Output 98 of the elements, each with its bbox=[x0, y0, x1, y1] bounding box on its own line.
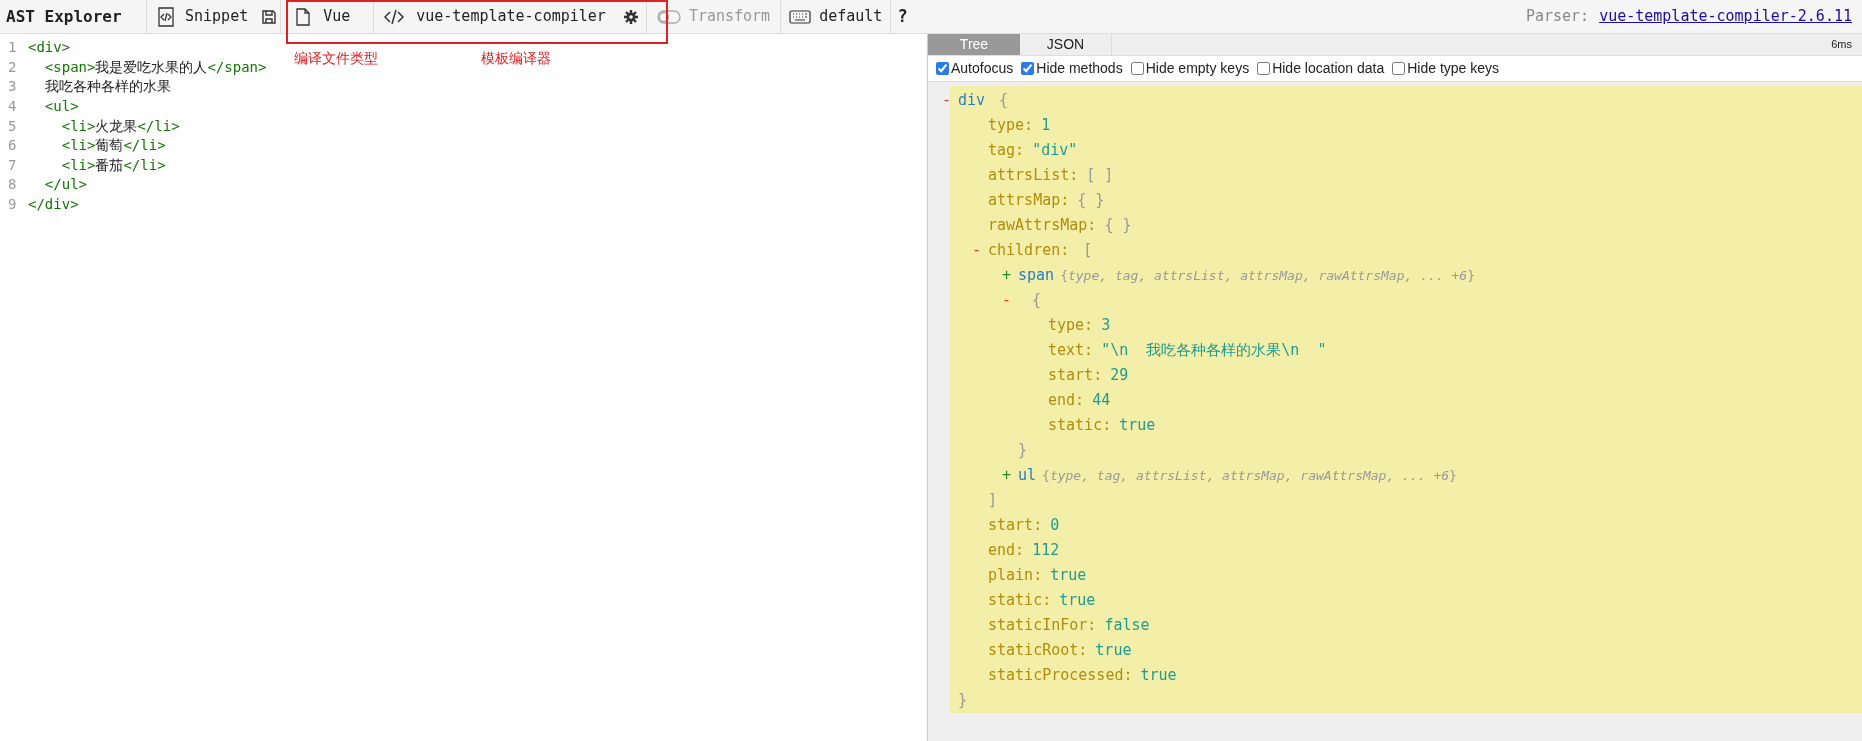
property-key: type: bbox=[1048, 314, 1094, 337]
property-key: start: bbox=[1048, 364, 1103, 387]
option-checkbox[interactable] bbox=[1021, 62, 1035, 75]
property-key: static: bbox=[1048, 414, 1112, 437]
property-key: tag: bbox=[988, 139, 1025, 162]
annotation-label: 编译文件类型 bbox=[294, 49, 378, 68]
property-value: 112 bbox=[1032, 540, 1060, 562]
parser-version-link[interactable]: vue-template-compiler-2.6.11 bbox=[1599, 5, 1852, 28]
node-summary: {type, tag, attrsList, attrsMap, rawAttrsMap, ... +6} bbox=[1060, 266, 1475, 285]
property-value: "\n 我吃各种各样的水果\n " bbox=[1101, 340, 1327, 362]
file-icon bbox=[295, 7, 312, 26]
property-value: { } bbox=[1104, 215, 1132, 237]
line-number: 8 bbox=[7, 175, 18, 195]
property-value: 3 bbox=[1101, 315, 1111, 337]
code-line: <div> bbox=[28, 38, 71, 58]
line-number: 9 bbox=[7, 195, 18, 215]
open-bracket: { bbox=[1032, 290, 1042, 312]
code-line: <li>火龙果</li> bbox=[60, 116, 180, 136]
property-key: end: bbox=[1048, 389, 1085, 412]
option-checkbox[interactable] bbox=[936, 62, 949, 75]
code-file-icon bbox=[157, 6, 175, 27]
collapse-toggle[interactable]: - bbox=[942, 89, 958, 112]
annotation-label: 模板编译器 bbox=[481, 49, 551, 68]
property-value: [ ] bbox=[1086, 165, 1114, 187]
property-value: false bbox=[1104, 615, 1150, 637]
parser-label: Parser: bbox=[1525, 6, 1590, 28]
property-value: true bbox=[1095, 640, 1132, 662]
property-value: 29 bbox=[1110, 365, 1129, 387]
option-checkbox[interactable] bbox=[1392, 62, 1406, 75]
line-number: 5 bbox=[7, 116, 18, 136]
line-number: 3 bbox=[7, 77, 18, 97]
option-checkbox[interactable] bbox=[1257, 62, 1271, 75]
property-key: static: bbox=[988, 589, 1052, 612]
code-line: <li>番茄</li> bbox=[60, 155, 166, 175]
property-value: { } bbox=[1077, 190, 1105, 212]
property-value: 44 bbox=[1092, 390, 1111, 412]
node-summary: {type, tag, attrsList, attrsMap, rawAttrsMap, ... +6} bbox=[1042, 466, 1457, 485]
property-key: plain: bbox=[988, 564, 1043, 587]
property-key: end: bbox=[988, 539, 1025, 562]
option-label: Autofocus bbox=[951, 59, 1014, 78]
close-bracket: ] bbox=[988, 490, 998, 512]
property-key: attrsMap: bbox=[988, 189, 1070, 212]
line-number: 7 bbox=[7, 155, 18, 175]
code-line: </div> bbox=[28, 195, 79, 215]
property-key: staticProcessed: bbox=[988, 664, 1133, 687]
property-value: true bbox=[1140, 665, 1177, 687]
help-button[interactable]: ? bbox=[890, 0, 914, 33]
output-tab[interactable]: JSON bbox=[1020, 34, 1112, 55]
option-checkbox[interactable] bbox=[1130, 62, 1144, 75]
option-label: Hide type keys bbox=[1407, 59, 1500, 78]
property-value: 1 bbox=[1041, 115, 1051, 137]
close-bracket: } bbox=[1018, 440, 1028, 462]
expand-toggle[interactable]: + bbox=[1002, 264, 1018, 287]
snippet-button[interactable]: Snippet bbox=[146, 0, 259, 33]
option-label: Hide location data bbox=[1272, 59, 1385, 78]
node-type-label[interactable]: span bbox=[1018, 264, 1055, 287]
language-button[interactable]: Vue bbox=[280, 0, 375, 33]
settings-icon[interactable] bbox=[623, 9, 638, 24]
property-key: rawAttrsMap: bbox=[988, 214, 1097, 237]
parse-time: 6ms bbox=[1831, 37, 1852, 53]
line-number: 1 bbox=[7, 38, 18, 58]
keymap-button[interactable]: default bbox=[780, 0, 891, 33]
output-tab[interactable]: Tree bbox=[928, 34, 1020, 55]
save-icon[interactable] bbox=[262, 9, 277, 24]
open-bracket: { bbox=[999, 90, 1009, 112]
property-key: text: bbox=[1048, 339, 1094, 362]
property-value: true bbox=[1119, 415, 1156, 437]
code-line: 我吃各种各样的水果 bbox=[43, 77, 171, 97]
parser-button[interactable]: vue-template-compiler bbox=[374, 0, 616, 33]
code-line: <span>我是爱吃水果的人</span> bbox=[43, 57, 267, 77]
collapse-toggle[interactable]: - bbox=[1002, 289, 1018, 312]
property-value: "div" bbox=[1032, 140, 1078, 162]
code-line: <li>葡萄</li> bbox=[60, 136, 166, 156]
keyboard-icon bbox=[789, 9, 812, 24]
option-label: Hide empty keys bbox=[1145, 59, 1250, 78]
property-key: children: bbox=[988, 239, 1070, 262]
line-number: 6 bbox=[7, 136, 18, 156]
property-key: staticInFor: bbox=[988, 614, 1097, 637]
option-label: Hide methods bbox=[1036, 59, 1123, 78]
code-line: </ul> bbox=[43, 175, 87, 195]
line-number: 2 bbox=[7, 57, 18, 77]
node-type-label[interactable]: div bbox=[958, 89, 986, 112]
property-value: 0 bbox=[1050, 515, 1060, 537]
property-key: type: bbox=[988, 114, 1034, 137]
line-number: 4 bbox=[7, 97, 18, 117]
property-key: staticRoot: bbox=[988, 639, 1088, 662]
property-value: true bbox=[1050, 565, 1087, 587]
close-bracket: } bbox=[958, 690, 968, 712]
property-value: true bbox=[1059, 590, 1096, 612]
code-line: <ul> bbox=[43, 97, 79, 117]
property-key: attrsList: bbox=[988, 164, 1079, 187]
open-bracket: [ bbox=[1083, 240, 1093, 262]
node-type-label[interactable]: ul bbox=[1018, 464, 1037, 487]
property-key: start: bbox=[988, 514, 1043, 537]
collapse-toggle[interactable]: - bbox=[972, 239, 988, 262]
code-icon bbox=[384, 8, 405, 25]
app-title: AST Explorer bbox=[5, 5, 123, 28]
expand-toggle[interactable]: + bbox=[1002, 464, 1018, 487]
